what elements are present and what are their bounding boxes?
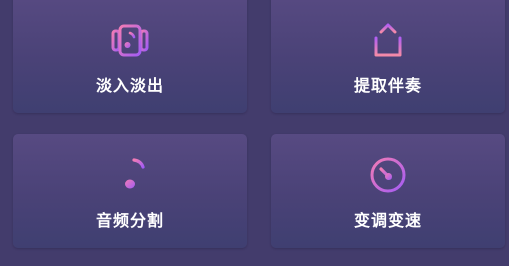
tool-pitch-speed-button[interactable]: 变调变速 bbox=[271, 134, 505, 248]
tool-extract-accompaniment-button[interactable]: 提取伴奏 bbox=[271, 0, 505, 113]
tool-label: 变调变速 bbox=[353, 211, 422, 230]
speed-dial-icon bbox=[368, 154, 408, 194]
tool-label: 淡入淡出 bbox=[95, 76, 164, 95]
tool-audio-split-button[interactable]: 音频分割 bbox=[13, 134, 247, 248]
upload-export-icon bbox=[368, 20, 408, 60]
tool-fade-in-out-button[interactable]: 淡入淡出 bbox=[13, 0, 247, 113]
music-card-icon bbox=[110, 20, 150, 60]
tool-label: 音频分割 bbox=[95, 211, 164, 230]
playlist-note-icon bbox=[110, 154, 150, 194]
tool-label: 提取伴奏 bbox=[353, 76, 422, 95]
